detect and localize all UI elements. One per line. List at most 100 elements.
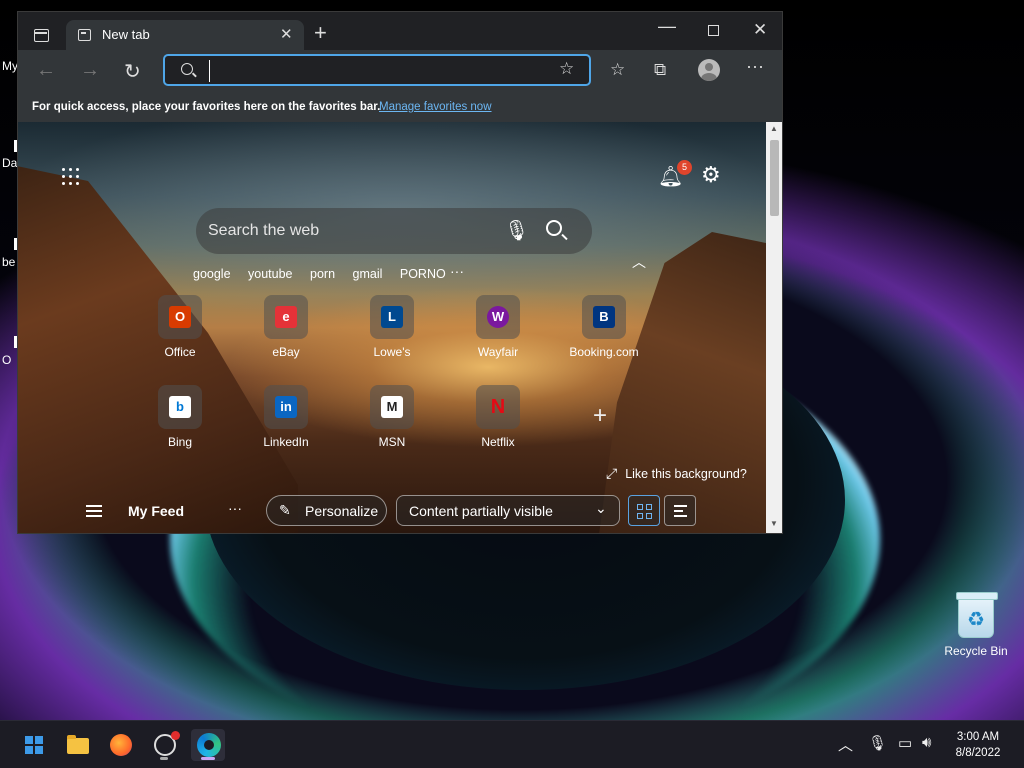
microphone-icon[interactable]: 🎙︎ — [868, 734, 887, 752]
page-scrollbar[interactable]: ▲ ▼ — [766, 122, 782, 533]
file-explorer-button[interactable] — [59, 729, 93, 761]
recycle-bin[interactable]: ♻ Recycle Bin — [940, 592, 1012, 658]
tab-actions-icon[interactable] — [34, 29, 49, 42]
desktop-icon-label[interactable]: My — [2, 59, 18, 73]
address-input[interactable] — [209, 60, 549, 82]
background-rock — [598, 232, 766, 533]
close-window-button[interactable]: ✕ — [753, 20, 767, 40]
back-button[interactable]: ← — [36, 59, 56, 82]
tile-office[interactable]: O Office — [137, 295, 223, 359]
tile-netflix[interactable]: N Netflix — [455, 385, 541, 449]
address-bar[interactable]: ☆ — [163, 54, 591, 86]
quick-link[interactable]: gmail — [353, 267, 383, 281]
manage-favorites-link[interactable]: Manage favorites now — [379, 101, 492, 113]
grid-view-button[interactable] — [628, 495, 660, 526]
my-feed-tab[interactable]: My Feed — [128, 503, 184, 519]
favorites-bar: For quick access, place your favorites h… — [18, 94, 782, 122]
refresh-button[interactable]: ↻ — [124, 59, 141, 84]
msn-icon: M — [370, 385, 414, 429]
edge-button[interactable] — [191, 729, 225, 761]
tile-lowes[interactable]: L Lowe's — [349, 295, 435, 359]
browser-window: New tab ✕ + — ✕ ← → ↻ ☆ ☆ ⧉ ··· For quic… — [17, 11, 783, 534]
firefox-button[interactable] — [103, 729, 137, 761]
tile-bing[interactable]: b Bing — [137, 385, 223, 449]
quick-links-more-icon[interactable]: ··· — [450, 263, 464, 279]
clock-time: 3:00 AM — [956, 731, 1000, 743]
quick-link[interactable]: porn — [310, 267, 335, 281]
tile-wayfair[interactable]: W Wayfair — [455, 295, 541, 359]
search-icon[interactable] — [546, 220, 562, 236]
bing-icon: b — [158, 385, 202, 429]
app-launcher-icon[interactable] — [62, 168, 80, 186]
search-icon — [181, 63, 193, 75]
tile-ebay[interactable]: e eBay — [243, 295, 329, 359]
page-settings-gear-icon[interactable]: ⚙ — [701, 162, 721, 188]
tab-title: New tab — [102, 27, 150, 42]
desktop-icon-label[interactable]: Da — [2, 156, 17, 170]
tile-label: LinkedIn — [263, 435, 309, 449]
tile-label: Bing — [167, 435, 193, 449]
tile-linkedin[interactable]: in LinkedIn — [243, 385, 329, 449]
tile-msn[interactable]: M MSN — [349, 385, 435, 449]
tile-booking[interactable]: B Booking.com — [561, 295, 647, 359]
feed-more-icon[interactable]: ··· — [228, 500, 242, 516]
favorites-icon[interactable]: ☆ — [610, 60, 625, 80]
start-button[interactable] — [15, 729, 49, 761]
quick-link[interactable]: youtube — [248, 267, 292, 281]
firefox-icon — [110, 734, 132, 756]
maximize-button[interactable] — [708, 25, 719, 36]
office-icon: O — [158, 295, 202, 339]
running-indicator — [160, 757, 168, 760]
tile-label: Office — [164, 345, 196, 359]
profile-avatar[interactable] — [698, 59, 720, 81]
tab-new-tab[interactable]: New tab ✕ — [66, 20, 304, 50]
pencil-icon: ✎ — [279, 502, 291, 518]
web-search-input[interactable] — [208, 220, 488, 242]
scroll-down-icon[interactable]: ▼ — [770, 519, 778, 528]
obs-button[interactable] — [147, 729, 181, 761]
add-site-button[interactable]: + — [593, 402, 607, 430]
chevron-down-icon: ⌄ — [595, 500, 607, 516]
taskbar: ︿ 🎙︎ ▭ 🔊︎ 3:00 AM 8/8/2022 — [0, 720, 1024, 768]
tile-label: Netflix — [481, 435, 515, 449]
settings-more-icon[interactable]: ··· — [746, 56, 764, 77]
new-tab-button[interactable]: + — [314, 20, 327, 46]
page-icon — [78, 29, 91, 41]
title-bar: New tab ✕ + — ✕ — [18, 12, 782, 50]
quick-links: google youtube porn gmail PORNO — [193, 267, 460, 281]
scrollbar-thumb[interactable] — [770, 140, 779, 216]
add-favorite-icon[interactable]: ☆ — [559, 59, 574, 79]
personalize-button[interactable]: ✎ Personalize — [266, 495, 387, 526]
feed-menu-icon[interactable] — [86, 505, 102, 517]
scroll-up-icon[interactable]: ▲ — [770, 124, 778, 133]
collections-icon[interactable]: ⧉ — [654, 60, 666, 80]
clock[interactable]: 3:00 AM 8/8/2022 — [940, 729, 1016, 761]
expand-icon: ⤢ — [606, 465, 618, 481]
clock-date: 8/8/2022 — [955, 747, 1001, 759]
desktop-icon-label[interactable]: O — [2, 353, 11, 367]
content-visibility-dropdown[interactable]: Content partially visible ⌄ — [396, 495, 620, 526]
forward-button[interactable]: → — [80, 59, 100, 82]
like-background-button[interactable]: ⤢ Like this background? — [606, 465, 747, 482]
list-view-button[interactable] — [664, 495, 696, 526]
desktop-icon-label[interactable]: be — [2, 255, 15, 269]
quick-link[interactable]: google — [193, 267, 231, 281]
close-tab-icon[interactable]: ✕ — [280, 25, 293, 43]
network-icon[interactable]: ▭ — [898, 734, 912, 752]
feed-bar: My Feed ··· ✎ Personalize Content partia… — [18, 492, 766, 533]
volume-icon[interactable]: 🔊︎ — [922, 734, 931, 751]
linkedin-icon: in — [264, 385, 308, 429]
show-hidden-icons-chevron-icon[interactable]: ︿ — [838, 734, 853, 755]
browser-toolbar: ← → ↻ ☆ ☆ ⧉ ··· — [18, 50, 782, 94]
recycle-bin-label: Recycle Bin — [944, 644, 1008, 658]
minimize-button[interactable]: — — [658, 16, 676, 37]
web-search-box[interactable]: 🎙︎ — [196, 208, 592, 254]
collapse-chevron-up-icon[interactable]: ︿ — [632, 252, 646, 272]
booking-icon: B — [582, 295, 626, 339]
recycle-bin-icon: ♻ — [956, 592, 998, 638]
new-tab-page: 🔔︎ 5 ⚙ 🎙︎ google youtube porn gmail PORN… — [18, 122, 766, 533]
microphone-icon[interactable]: 🎙︎ — [504, 218, 529, 243]
edge-icon — [197, 733, 221, 757]
quick-link[interactable]: PORNO — [400, 267, 446, 281]
ebay-icon: e — [264, 295, 308, 339]
